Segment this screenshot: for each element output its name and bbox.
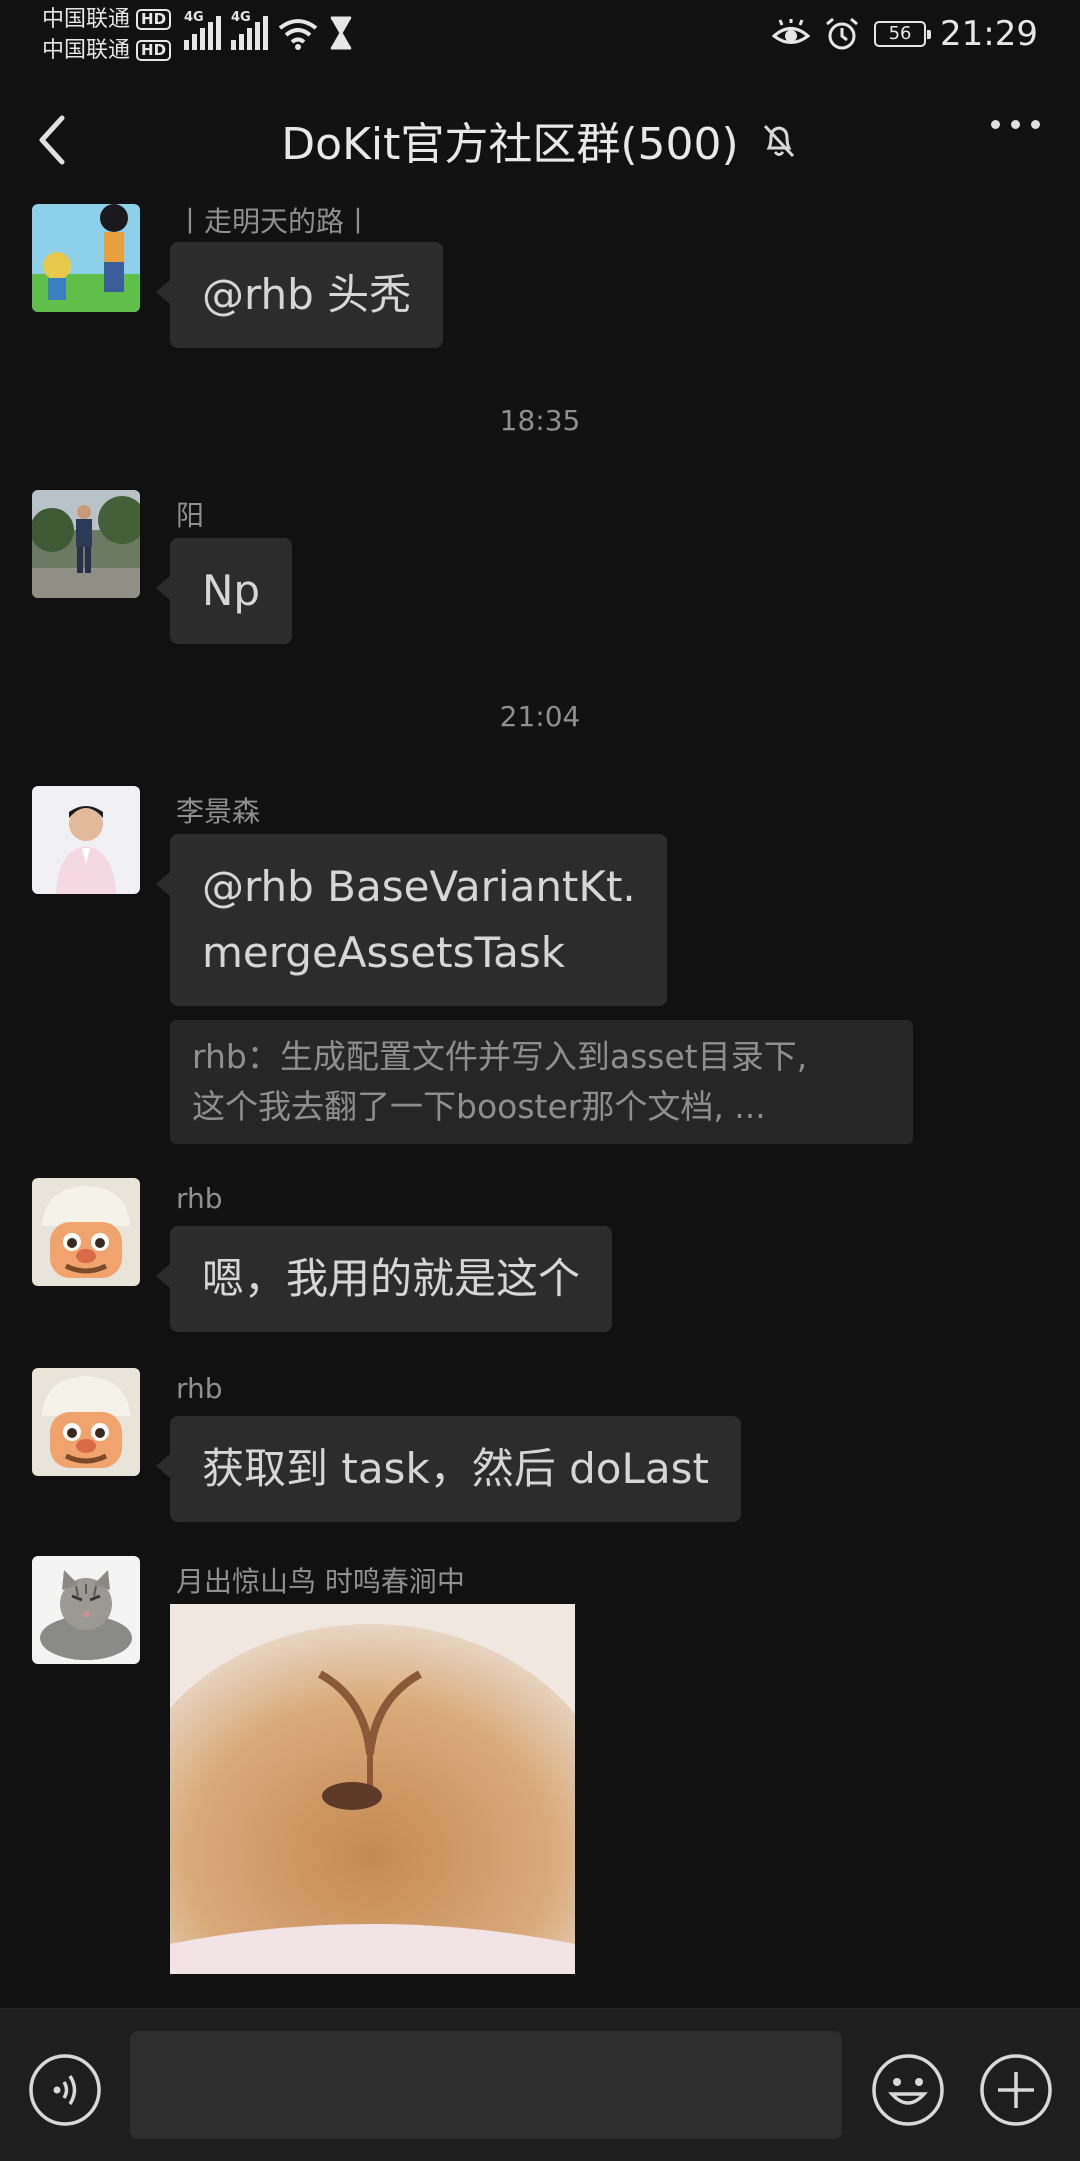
- message-line: mergeAssetsTask: [202, 928, 566, 977]
- status-clock: 21:29: [940, 14, 1038, 54]
- network-type-label-2: 4G: [231, 10, 251, 25]
- message-list[interactable]: 丨走明天的路丨 @rhb 头秃 18:35 阳 Np 21:04 李景森 @rh…: [0, 204, 1080, 2008]
- eye-comfort-icon: [772, 19, 811, 44]
- sender-name: rhb: [176, 1182, 223, 1215]
- hd-badge-2: HD: [136, 40, 172, 61]
- carrier-2-label: 中国联通: [42, 38, 131, 63]
- signal-icons: 4G 4G: [184, 10, 354, 50]
- cat-avatar[interactable]: [32, 1556, 140, 1664]
- timestamp: 21:04: [499, 700, 581, 733]
- battery-level: 56: [888, 23, 912, 44]
- timestamp: 18:35: [499, 404, 581, 437]
- title-bar: DoKit官方社区群(500): [0, 70, 1080, 204]
- message-bubble[interactable]: 嗯，我用的就是这个: [155, 1226, 613, 1332]
- alarm-icon: [826, 17, 858, 50]
- bunny-nose-photo[interactable]: [170, 1604, 575, 1974]
- signal-strength-icon-2: 4G: [231, 10, 268, 50]
- title-group: DoKit官方社区群(500): [0, 108, 1080, 172]
- add-more-icon[interactable]: [978, 2052, 1054, 2128]
- cartoon-chef-avatar[interactable]: [32, 1178, 140, 1286]
- status-bar: 中国联通 HD 中国联通 HD 4G 4G 56 21:29: [0, 0, 1080, 70]
- network-type-label: 4G: [184, 10, 204, 25]
- message-bubble[interactable]: @rhb 头秃: [155, 242, 444, 348]
- sender-name: 丨走明天的路丨: [176, 205, 373, 238]
- message-line: @rhb BaseVariantKt.: [202, 862, 636, 911]
- message-bubble[interactable]: Np: [155, 538, 293, 644]
- one-piece-avatar[interactable]: [32, 204, 140, 312]
- cartoon-chef-avatar[interactable]: [32, 1368, 140, 1476]
- carrier-info: 中国联通 HD 中国联通 HD: [42, 4, 182, 66]
- hourglass-icon: [330, 16, 352, 50]
- mute-bell-icon: [763, 124, 794, 158]
- man-shirt-avatar[interactable]: [32, 786, 140, 894]
- message-input[interactable]: [130, 2031, 842, 2139]
- hd-badge: HD: [136, 9, 172, 30]
- sender-name: 李景森: [176, 795, 261, 828]
- sender-name: 阳: [176, 499, 205, 532]
- signal-strength-icon: 4G: [184, 10, 221, 50]
- voice-input-icon[interactable]: [27, 2052, 103, 2128]
- quote-line: rhb：生成配置文件并写入到asset目录下,: [192, 1037, 808, 1076]
- message-bubble[interactable]: 获取到 task，然后 doLast: [156, 1416, 741, 1522]
- message-bubble[interactable]: @rhb BaseVariantKt. mergeAssetsTask: [156, 834, 667, 1006]
- status-right-group: 56 21:29: [772, 14, 1038, 54]
- carrier-1-label: 中国联通: [42, 7, 131, 32]
- more-options-icon[interactable]: [991, 120, 1040, 129]
- sender-name: 月出惊山鸟 时鸣春涧中: [176, 1565, 465, 1598]
- chat-title: DoKit官方社区群(500): [281, 119, 739, 170]
- battery-icon: 56: [874, 21, 932, 47]
- quoted-message[interactable]: rhb：生成配置文件并写入到asset目录下, 这个我去翻了一下booster那…: [170, 1020, 913, 1144]
- wifi-icon: [278, 19, 318, 50]
- sender-name: rhb: [176, 1372, 223, 1405]
- man-standing-avatar[interactable]: [32, 490, 140, 598]
- emoji-icon[interactable]: [870, 2052, 946, 2128]
- input-bar: [0, 2008, 1080, 2161]
- quote-line: 这个我去翻了一下booster那个文档, ...: [192, 1087, 766, 1126]
